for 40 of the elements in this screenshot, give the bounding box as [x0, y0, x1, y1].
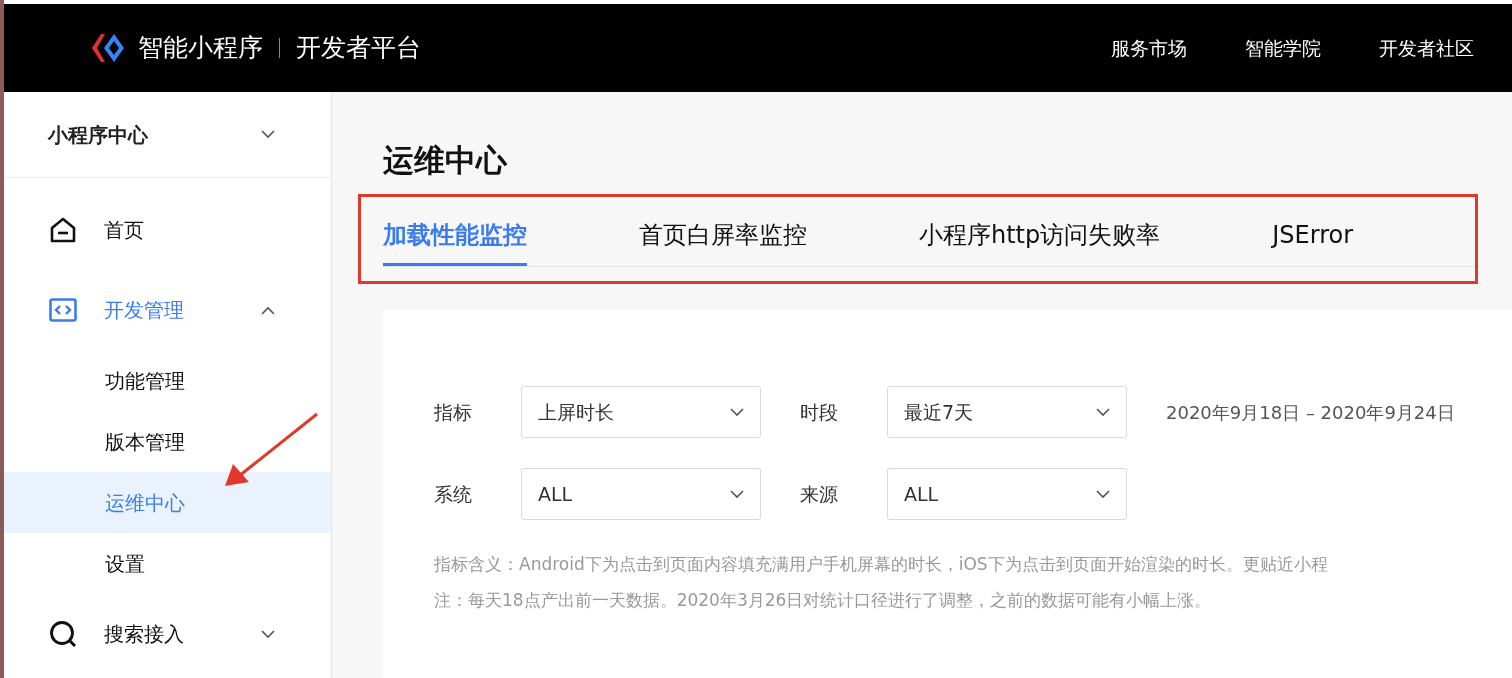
tab[interactable]: 小程序http访问失败率	[919, 217, 1161, 266]
sidebar-item[interactable]: 首页	[4, 190, 331, 270]
app-switcher[interactable]: 小程序中心	[4, 92, 331, 178]
sidebar-subitem[interactable]: 功能管理	[4, 350, 331, 411]
select-field[interactable]: ALL	[887, 468, 1127, 520]
tab[interactable]: JSError	[1272, 217, 1354, 266]
chevron-icon	[261, 130, 275, 139]
select-field[interactable]: 最近7天	[887, 386, 1127, 438]
search-icon	[49, 620, 77, 648]
filter-label: 时段	[800, 399, 839, 425]
chevron-icon	[261, 629, 275, 639]
page-title: 运维中心	[383, 141, 508, 180]
filter-label: 指标	[434, 399, 473, 425]
sidebar-item[interactable]: 开发管理	[4, 270, 331, 350]
filter-label: 系统	[434, 481, 473, 507]
select-field[interactable]: 上屏时长	[521, 386, 761, 438]
chevron-icon	[730, 407, 744, 417]
chevron-icon	[261, 305, 275, 315]
code-icon	[49, 298, 77, 322]
tab[interactable]: 首页白屏率监控	[639, 217, 807, 266]
platform-name: 开发者平台	[296, 32, 421, 65]
home-icon	[49, 216, 77, 244]
chevron-icon	[730, 489, 744, 499]
sidebar-subitem[interactable]: 版本管理	[4, 411, 331, 472]
nav-link[interactable]: 服务市场	[1111, 33, 1187, 63]
chevron-icon	[1096, 489, 1110, 499]
nav-link[interactable]: 智能学院	[1245, 33, 1321, 63]
filter-label: 来源	[800, 481, 839, 507]
note-text: 注：每天18点产出前一天数据。2020年3月26日对统计口径进行了调整，之前的数据可能有小幅上涨。	[434, 588, 1213, 612]
tab[interactable]: 加载性能监控	[383, 217, 527, 266]
note-text: 指标含义：Android下为点击到页面内容填充满用户手机屏幕的时长，iOS下为点击到页面开始渲染的时长。更贴近小程	[434, 553, 1329, 576]
sidebar-subitem[interactable]: 设置	[4, 533, 331, 594]
date-range: 2020年9月18日 – 2020年9月24日	[1166, 400, 1455, 425]
chevron-icon	[1096, 407, 1110, 417]
sidebar-subitem[interactable]: 运维中心	[4, 472, 331, 533]
sidebar-item[interactable]: 搜索接入	[4, 594, 331, 674]
brand-name: 智能小程序	[138, 32, 263, 65]
logo-icon	[90, 32, 126, 64]
select-field[interactable]: ALL	[521, 468, 761, 520]
nav-link[interactable]: 开发者社区	[1379, 33, 1474, 63]
